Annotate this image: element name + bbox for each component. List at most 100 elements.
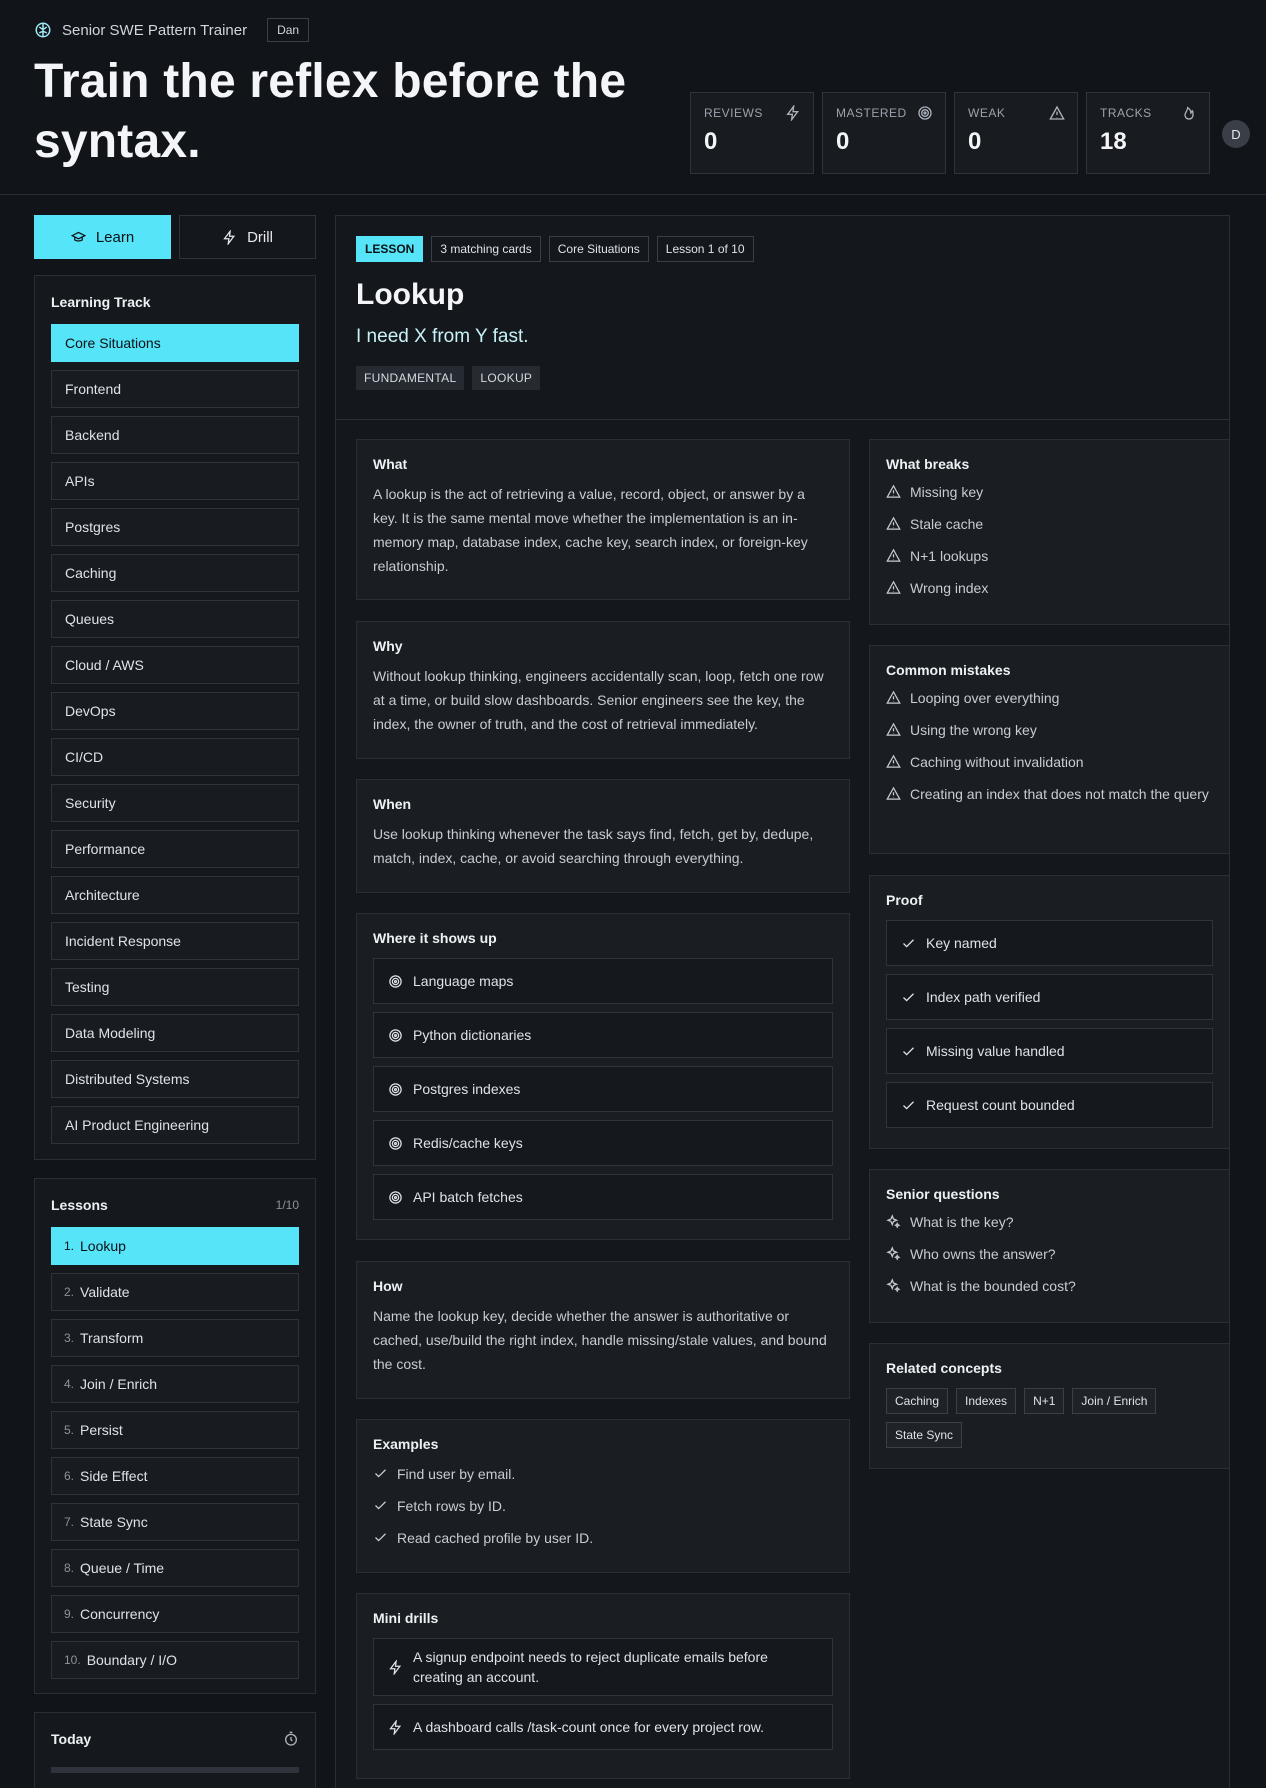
top-bar: Senior SWE Pattern Trainer Dan Train the… bbox=[0, 0, 1266, 195]
hero-line-1: Train the reflex before the bbox=[34, 55, 627, 108]
drill-tab[interactable]: Drill bbox=[179, 215, 316, 259]
mistake-text: Looping over everything bbox=[910, 690, 1060, 706]
stat-mastered: MASTERED 0 bbox=[822, 92, 946, 174]
card-title: Where it shows up bbox=[373, 930, 497, 946]
break-text: Wrong index bbox=[910, 580, 989, 596]
track-item-data-modeling[interactable]: Data Modeling bbox=[51, 1014, 299, 1052]
stat-value: 0 bbox=[704, 128, 718, 155]
lesson-item-transform[interactable]: 3. Transform bbox=[51, 1319, 299, 1357]
user-chip[interactable]: Dan bbox=[267, 18, 310, 42]
track-item-cloud-aws[interactable]: Cloud / AWS bbox=[51, 646, 299, 684]
lesson-number: 5. bbox=[64, 1423, 75, 1437]
lesson-number: 1. bbox=[64, 1239, 75, 1253]
lesson-tags: FUNDAMENTAL LOOKUP bbox=[356, 366, 1209, 390]
today-header: Today bbox=[51, 1731, 299, 1747]
card-title: When bbox=[373, 796, 412, 812]
proof-item[interactable]: Missing value handled bbox=[886, 1028, 1213, 1074]
warning-icon bbox=[1049, 105, 1065, 120]
lesson-item-state-sync[interactable]: 7. State Sync bbox=[51, 1503, 299, 1541]
card-title: Proof bbox=[886, 892, 923, 908]
question-text: What is the bounded cost? bbox=[910, 1278, 1076, 1294]
card-body: Without lookup thinking, engineers accid… bbox=[373, 668, 824, 732]
lesson-label: Boundary / I/O bbox=[86, 1652, 177, 1668]
warning-icon bbox=[886, 786, 901, 800]
related-chip[interactable]: Indexes bbox=[956, 1388, 1017, 1414]
mini-drill-item[interactable]: A dashboard calls /task-count once for e… bbox=[373, 1704, 833, 1750]
track-item-devops[interactable]: DevOps bbox=[51, 692, 299, 730]
track-item-apis[interactable]: APIs bbox=[51, 462, 299, 500]
track-item-queues[interactable]: Queues bbox=[51, 600, 299, 638]
question-item: Who owns the answer? bbox=[886, 1242, 1213, 1266]
lesson-item-validate[interactable]: 2. Validate bbox=[51, 1273, 299, 1311]
what-card: What A lookup is the act of retrieving a… bbox=[356, 439, 850, 600]
card-body: Name the lookup key, decide whether the … bbox=[373, 1308, 827, 1372]
sparkles-icon bbox=[886, 1246, 901, 1261]
track-item-ci-cd[interactable]: CI/CD bbox=[51, 738, 299, 776]
check-icon bbox=[903, 992, 914, 1002]
lightning-icon bbox=[786, 105, 799, 121]
track-item-postgres[interactable]: Postgres bbox=[51, 508, 299, 546]
lightning-icon bbox=[389, 1719, 402, 1735]
lesson-label: Join / Enrich bbox=[80, 1376, 158, 1392]
break-item: Stale cache bbox=[886, 512, 1213, 536]
break-text: Missing key bbox=[910, 484, 984, 500]
avatar[interactable]: D bbox=[1222, 120, 1250, 148]
related-list: Caching Indexes N+1 Join / Enrich State … bbox=[886, 1388, 1213, 1448]
lesson-item-lookup[interactable]: 1. Lookup bbox=[51, 1227, 299, 1265]
related-chip[interactable]: Join / Enrich bbox=[1072, 1388, 1157, 1414]
where-item: API batch fetches bbox=[373, 1174, 833, 1220]
question-text: Who owns the answer? bbox=[910, 1246, 1056, 1262]
card-title: Mini drills bbox=[373, 1610, 439, 1626]
how-card: How Name the lookup key, decide whether … bbox=[356, 1261, 850, 1399]
target-icon bbox=[389, 1190, 402, 1204]
hero-line-2: syntax. bbox=[34, 115, 201, 168]
check-icon bbox=[375, 1469, 386, 1478]
break-text: N+1 lookups bbox=[910, 548, 989, 564]
lesson-item-queue-time[interactable]: 8. Queue / Time bbox=[51, 1549, 299, 1587]
example-text: Find user by email. bbox=[397, 1466, 516, 1482]
where-item-label: Python dictionaries bbox=[413, 1027, 532, 1043]
common-mistakes-card: Common mistakes Looping over everything … bbox=[869, 645, 1230, 854]
track-item-frontend[interactable]: Frontend bbox=[51, 370, 299, 408]
target-icon bbox=[389, 1028, 402, 1042]
proof-text: Request count bounded bbox=[926, 1097, 1075, 1113]
lesson-item-join-enrich[interactable]: 4. Join / Enrich bbox=[51, 1365, 299, 1403]
warning-icon bbox=[886, 754, 901, 768]
card-title: How bbox=[373, 1278, 403, 1294]
proof-item[interactable]: Index path verified bbox=[886, 974, 1213, 1020]
lesson-title: Lookup bbox=[356, 278, 465, 311]
track-item-security[interactable]: Security bbox=[51, 784, 299, 822]
where-item: Postgres indexes bbox=[373, 1066, 833, 1112]
track-item-performance[interactable]: Performance bbox=[51, 830, 299, 868]
lesson-item-boundary-io[interactable]: 10. Boundary / I/O bbox=[51, 1641, 299, 1679]
lesson-item-persist[interactable]: 5. Persist bbox=[51, 1411, 299, 1449]
learn-tab[interactable]: Learn bbox=[34, 215, 171, 259]
track-item-incident-response[interactable]: Incident Response bbox=[51, 922, 299, 960]
track-item-testing[interactable]: Testing bbox=[51, 968, 299, 1006]
stat-tracks: TRACKS 18 bbox=[1086, 92, 1210, 174]
mistake-text: Using the wrong key bbox=[910, 722, 1037, 738]
track-item-architecture[interactable]: Architecture bbox=[51, 876, 299, 914]
related-chip[interactable]: State Sync bbox=[886, 1422, 963, 1448]
track-item-caching[interactable]: Caching bbox=[51, 554, 299, 592]
track-item-distributed-systems[interactable]: Distributed Systems bbox=[51, 1060, 299, 1098]
question-text: What is the key? bbox=[910, 1214, 1014, 1230]
track-item-backend[interactable]: Backend bbox=[51, 416, 299, 454]
track-item-core-situations[interactable]: Core Situations bbox=[51, 324, 299, 362]
flame-icon bbox=[1184, 106, 1194, 120]
mini-drill-text: A dashboard calls /task-count once for e… bbox=[413, 1719, 764, 1735]
card-title: What breaks bbox=[886, 456, 970, 472]
card-title: Why bbox=[373, 638, 403, 654]
track-item-ai-product-engineering[interactable]: AI Product Engineering bbox=[51, 1106, 299, 1144]
where-item-label: Postgres indexes bbox=[413, 1081, 521, 1097]
related-chip[interactable]: Caching bbox=[886, 1388, 949, 1414]
brand: Senior SWE Pattern Trainer Dan bbox=[34, 18, 310, 42]
lesson-subtitle: I need X from Y fast. bbox=[356, 326, 529, 347]
related-chip[interactable]: N+1 bbox=[1024, 1388, 1065, 1414]
mini-drill-item[interactable]: A signup endpoint needs to reject duplic… bbox=[373, 1638, 833, 1696]
lesson-item-concurrency[interactable]: 9. Concurrency bbox=[51, 1595, 299, 1633]
target-icon bbox=[389, 1082, 402, 1096]
proof-item[interactable]: Key named bbox=[886, 920, 1213, 966]
lesson-item-side-effect[interactable]: 6. Side Effect bbox=[51, 1457, 299, 1495]
proof-item[interactable]: Request count bounded bbox=[886, 1082, 1213, 1128]
